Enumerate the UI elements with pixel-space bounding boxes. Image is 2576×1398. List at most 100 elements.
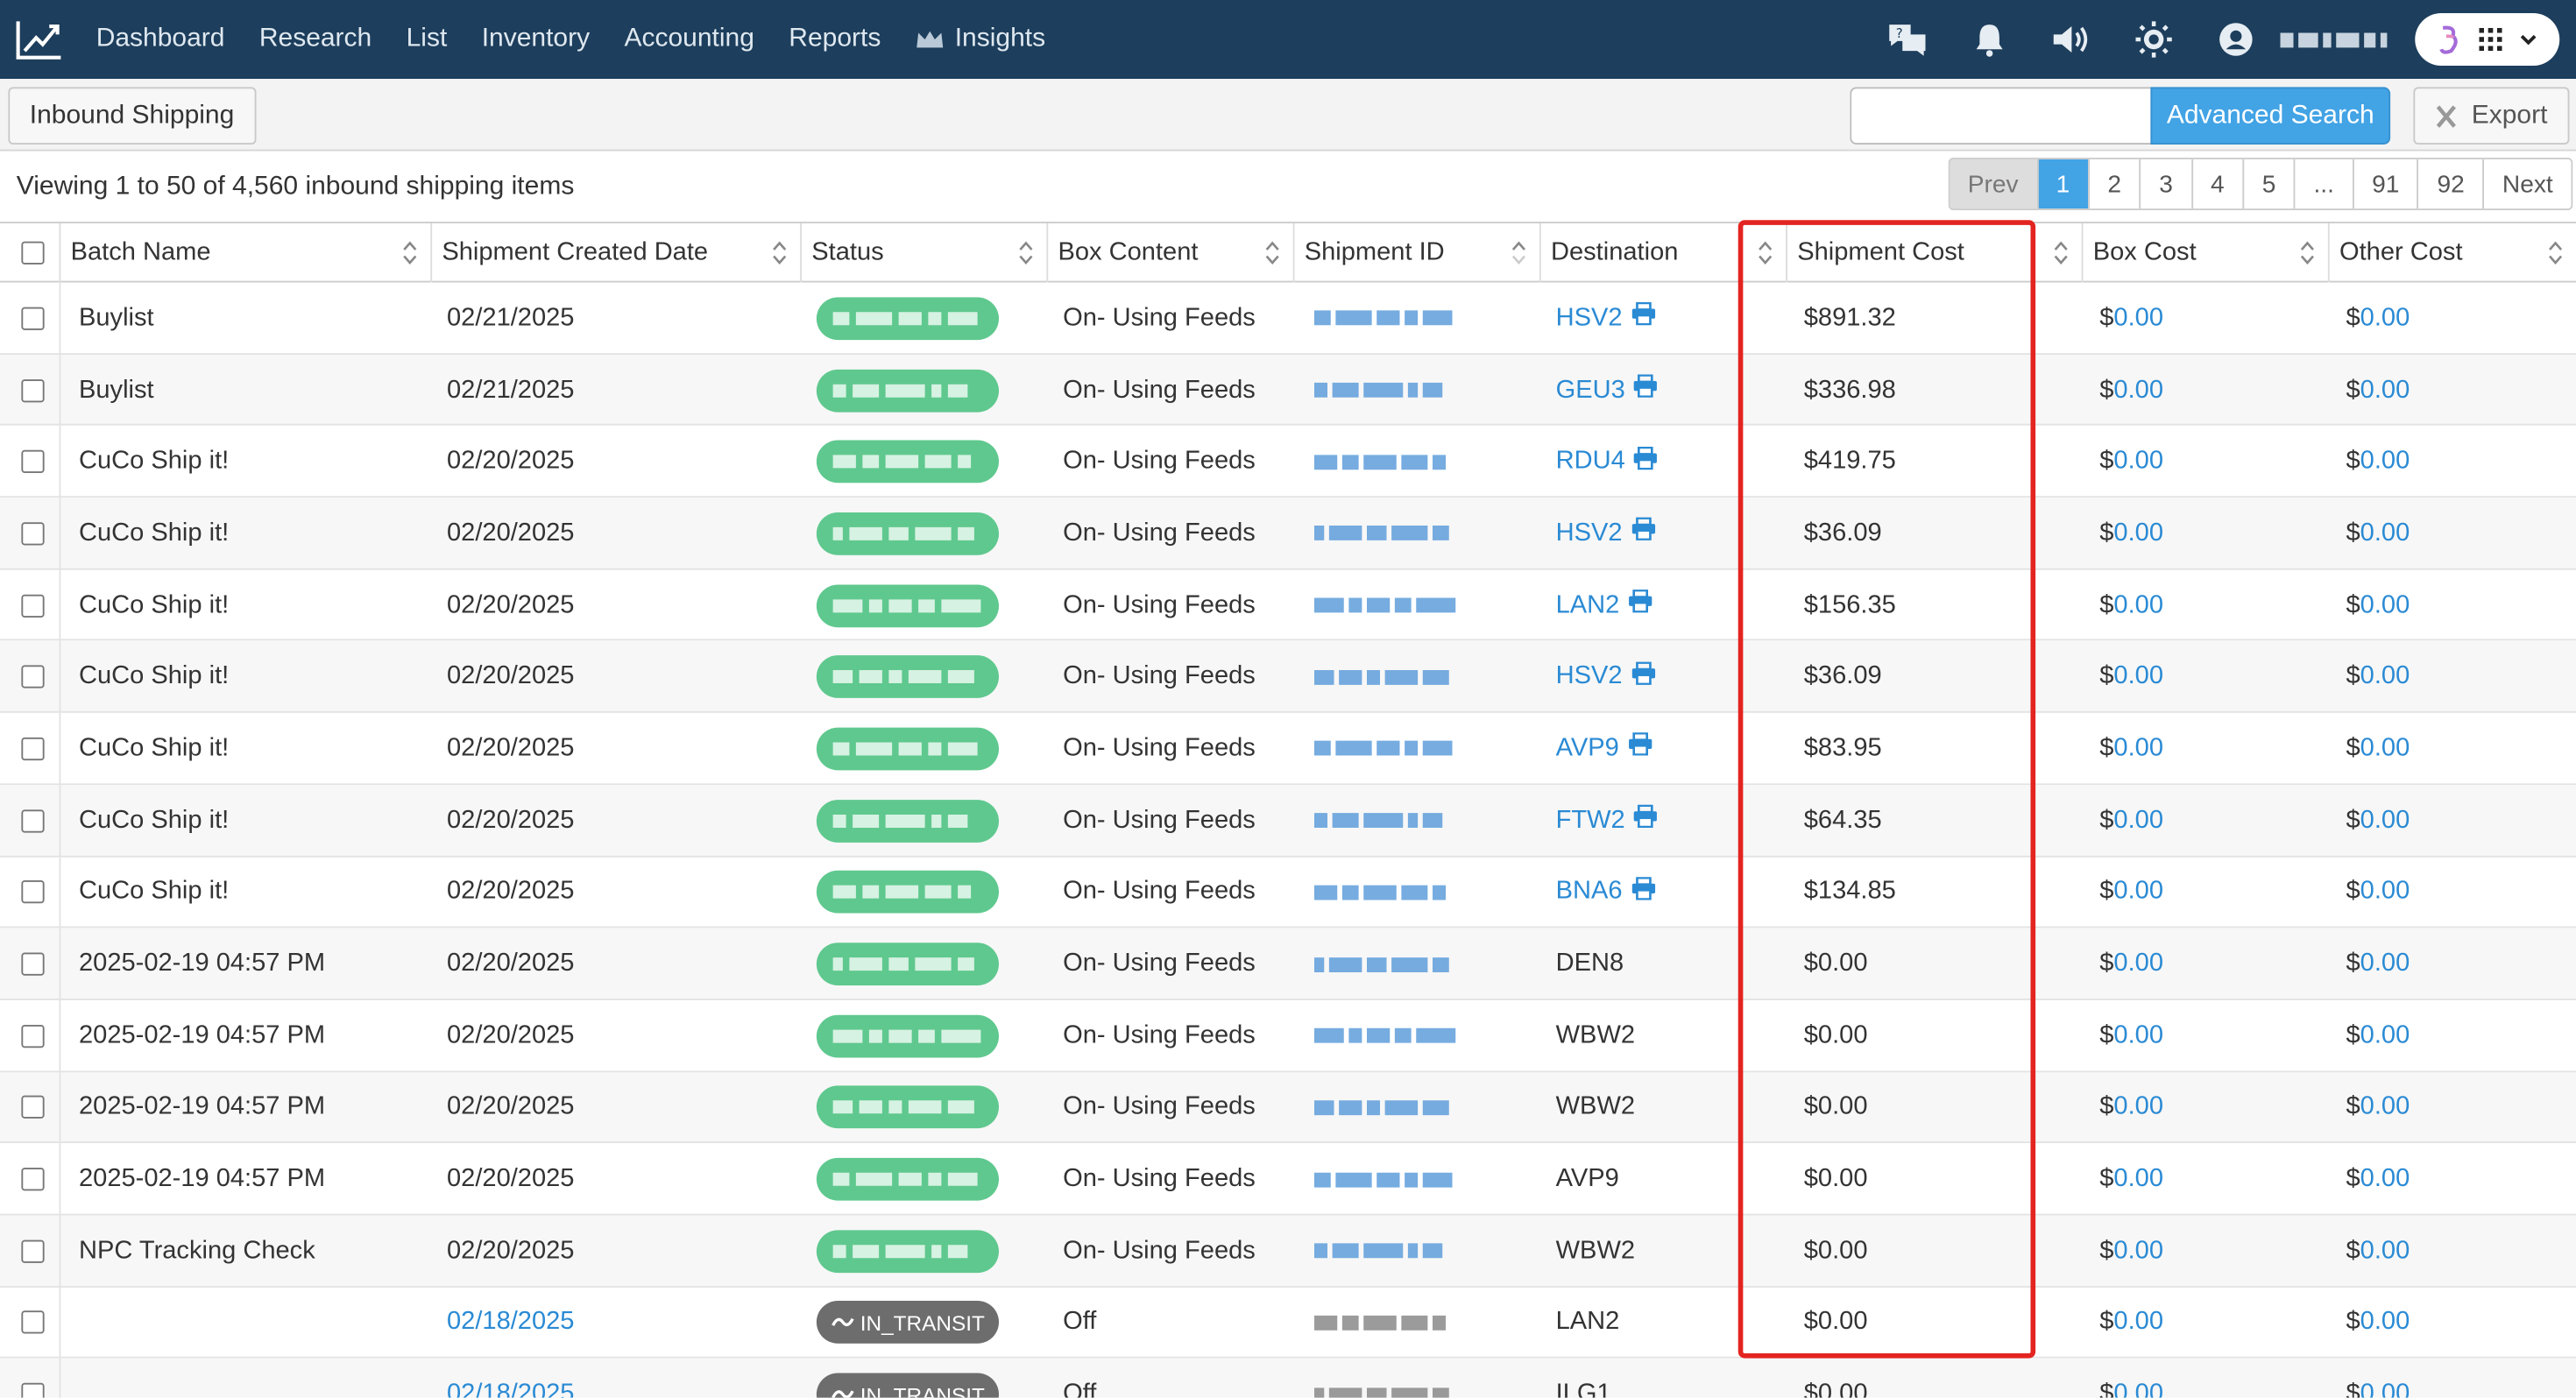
printer-icon[interactable] <box>1631 302 1655 335</box>
other-cost-link[interactable]: 0.00 <box>2360 447 2410 477</box>
row-checkbox[interactable] <box>21 378 45 402</box>
row-checkbox[interactable] <box>21 1024 45 1048</box>
box-cost-link[interactable]: 0.00 <box>2113 590 2163 620</box>
row-checkbox[interactable] <box>21 808 45 832</box>
shipment-id-cell[interactable] <box>1314 785 1443 857</box>
nav-reports[interactable]: Reports <box>772 0 898 79</box>
speaker-icon[interactable] <box>2050 18 2093 61</box>
destination-link[interactable]: LAN2 <box>1556 589 1652 621</box>
other-cost-link[interactable]: 0.00 <box>2360 1093 2410 1123</box>
user-name-redacted[interactable] <box>2280 30 2396 50</box>
destination-link[interactable]: HSV2 <box>1556 518 1655 549</box>
nav-dashboard[interactable]: Dashboard <box>79 0 242 79</box>
shipment-id-cell[interactable] <box>1314 498 1449 569</box>
other-cost-link[interactable]: 0.00 <box>2360 950 2410 979</box>
table-row[interactable]: NPC Tracking Check 02/20/2025 On- Using … <box>0 1215 2576 1288</box>
col-shipment-id[interactable]: Shipment ID <box>1292 223 1539 283</box>
row-checkbox[interactable] <box>21 1383 45 1398</box>
table-row[interactable]: CuCo Ship it! 02/20/2025 On- Using Feeds… <box>0 569 2576 642</box>
shipment-id-redacted[interactable] <box>1314 957 1449 972</box>
shipment-id-redacted[interactable] <box>1314 1387 1449 1398</box>
shipment-id-cell[interactable] <box>1314 569 1456 641</box>
destination-link[interactable]: RDU4 <box>1556 446 1659 477</box>
pagination-page[interactable]: 4 <box>2190 159 2243 209</box>
search-input[interactable] <box>1850 87 2153 145</box>
other-cost-link[interactable]: 0.00 <box>2360 375 2410 405</box>
shipment-id-redacted[interactable] <box>1314 741 1453 757</box>
brightness-icon[interactable] <box>2133 18 2176 61</box>
nav-accounting[interactable]: Accounting <box>607 0 772 79</box>
other-cost-link[interactable]: 0.00 <box>2360 1021 2410 1051</box>
shipment-id-cell[interactable] <box>1314 283 1453 355</box>
shipment-id-cell[interactable] <box>1314 1287 1446 1359</box>
col-created-date[interactable]: Shipment Created Date <box>430 223 800 283</box>
pagination-next[interactable]: Next <box>2482 159 2572 209</box>
shipment-id-redacted[interactable] <box>1314 311 1453 326</box>
box-cost-link[interactable]: 0.00 <box>2113 878 2163 907</box>
pagination-page[interactable]: 92 <box>2417 159 2483 209</box>
table-row[interactable]: CuCo Ship it! 02/20/2025 On- Using Feeds… <box>0 498 2576 570</box>
box-cost-link[interactable]: 0.00 <box>2113 1165 2163 1195</box>
table-row[interactable]: 2025-02-19 04:57 PM 02/20/2025 On- Using… <box>0 1071 2576 1144</box>
table-row[interactable]: 02/18/2025 IN_TRANSIT Off ILG1 $0.00 $0.… <box>0 1359 2576 1398</box>
other-cost-link[interactable]: 0.00 <box>2360 519 2410 548</box>
row-checkbox[interactable] <box>21 307 45 330</box>
created-date-link[interactable]: 02/18/2025 <box>447 1380 574 1397</box>
shipment-id-redacted[interactable] <box>1314 1243 1443 1259</box>
nav-research[interactable]: Research <box>242 0 389 79</box>
table-row[interactable]: CuCo Ship it! 02/20/2025 On- Using Feeds… <box>0 426 2576 498</box>
col-batch-name[interactable]: Batch Name <box>59 223 431 283</box>
shipment-id-redacted[interactable] <box>1314 526 1449 541</box>
row-checkbox[interactable] <box>21 522 45 546</box>
app-logo-icon[interactable] <box>0 0 79 79</box>
destination-link[interactable]: HSV2 <box>1556 302 1655 335</box>
box-cost-link[interactable]: 0.00 <box>2113 1380 2163 1397</box>
shipment-id-cell[interactable] <box>1314 1000 1456 1072</box>
shipment-id-cell[interactable] <box>1314 1072 1449 1144</box>
shipment-id-redacted[interactable] <box>1314 1171 1453 1187</box>
other-cost-link[interactable]: 0.00 <box>2360 304 2410 334</box>
shipment-id-redacted[interactable] <box>1314 1028 1456 1044</box>
printer-icon[interactable] <box>1628 589 1652 621</box>
printer-icon[interactable] <box>1633 374 1658 406</box>
pagination-page[interactable]: 1 <box>2036 159 2088 209</box>
box-cost-link[interactable]: 0.00 <box>2113 1093 2163 1123</box>
col-other-cost[interactable]: Other Cost <box>2327 223 2576 283</box>
row-checkbox[interactable] <box>21 880 45 904</box>
box-cost-link[interactable]: 0.00 <box>2113 304 2163 334</box>
created-date-link[interactable]: 02/18/2025 <box>447 1308 574 1338</box>
shipment-id-cell[interactable] <box>1314 1359 1449 1398</box>
destination-link[interactable]: BNA6 <box>1556 876 1655 908</box>
shipment-id-cell[interactable] <box>1314 641 1449 713</box>
shipment-id-redacted[interactable] <box>1314 669 1449 685</box>
destination-link[interactable]: FTW2 <box>1556 804 1659 837</box>
shipment-id-cell[interactable] <box>1314 928 1449 1000</box>
box-cost-link[interactable]: 0.00 <box>2113 519 2163 548</box>
printer-icon[interactable] <box>1631 518 1655 549</box>
nav-insights[interactable]: Insights <box>898 0 1063 79</box>
table-row[interactable]: Buylist 02/21/2025 On- Using Feeds HSV2 … <box>0 282 2576 355</box>
shipment-id-cell[interactable] <box>1314 426 1446 498</box>
select-all-checkbox[interactable] <box>21 241 45 265</box>
printer-icon[interactable] <box>1633 804 1658 837</box>
table-row[interactable]: Buylist 02/21/2025 On- Using Feeds GEU3 … <box>0 354 2576 427</box>
shipment-id-redacted[interactable] <box>1314 597 1456 613</box>
row-checkbox[interactable] <box>21 665 45 689</box>
shipment-id-cell[interactable] <box>1314 354 1443 426</box>
table-row[interactable]: 2025-02-19 04:57 PM 02/20/2025 On- Using… <box>0 928 2576 1000</box>
pagination-page[interactable]: 5 <box>2242 159 2294 209</box>
row-checkbox[interactable] <box>21 1239 45 1263</box>
shipment-id-redacted[interactable] <box>1314 1315 1446 1331</box>
printer-icon[interactable] <box>1633 446 1658 477</box>
nav-list[interactable]: List <box>389 0 464 79</box>
shipment-id-cell[interactable] <box>1314 857 1446 928</box>
destination-link[interactable]: AVP9 <box>1556 732 1652 765</box>
other-cost-link[interactable]: 0.00 <box>2360 590 2410 620</box>
shipment-id-redacted[interactable] <box>1314 1100 1449 1115</box>
pagination-page[interactable]: 91 <box>2352 159 2418 209</box>
box-cost-link[interactable]: 0.00 <box>2113 1021 2163 1051</box>
col-destination[interactable]: Destination <box>1539 223 1786 283</box>
shipment-id-redacted[interactable] <box>1314 813 1443 829</box>
printer-icon[interactable] <box>1627 732 1652 765</box>
table-row[interactable]: 02/18/2025 IN_TRANSIT Off LAN2 $0.00 $0.… <box>0 1287 2576 1359</box>
